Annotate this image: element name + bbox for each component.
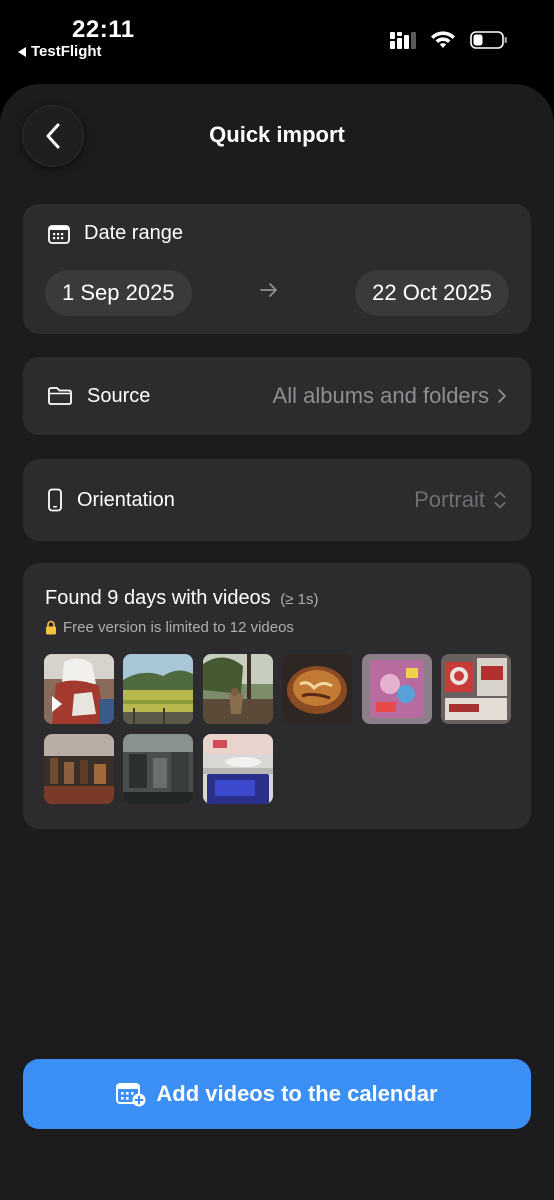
page-title: Quick import — [209, 122, 345, 147]
calendar-add-icon — [116, 1083, 146, 1107]
cellular-signal-icon — [390, 32, 416, 49]
back-triangle-icon — [18, 46, 26, 57]
chevron-right-icon — [498, 389, 506, 403]
status-icons — [390, 30, 508, 50]
video-thumbnail-5[interactable] — [361, 654, 432, 724]
source-row[interactable]: Source All albums and folders — [23, 357, 531, 435]
found-count-text: Found 9 days with videos — [45, 587, 271, 609]
orientation-row[interactable]: Orientation Portrait — [23, 459, 531, 541]
source-label: Source — [87, 384, 151, 407]
source-value: All albums and folders — [272, 383, 489, 408]
status-bar: 22:11 TestFlight — [0, 0, 554, 80]
orientation-label: Orientation — [77, 488, 175, 511]
video-thumbnails-grid — [44, 654, 514, 804]
free-limit-note: Free version is limited to 12 videos — [45, 619, 294, 636]
min-duration-text: (≥ 1s) — [280, 591, 319, 608]
status-time: 22:11 — [72, 16, 135, 43]
video-thumbnail-1[interactable] — [44, 654, 114, 724]
battery-icon — [470, 31, 507, 49]
wifi-icon — [431, 31, 455, 48]
arrow-right-icon — [260, 283, 277, 297]
found-videos-card: Found 9 days with videos (≥ 1s) Free ver… — [23, 563, 531, 829]
back-app-label: TestFlight — [31, 43, 102, 60]
video-thumbnail-4[interactable] — [282, 654, 353, 724]
video-thumbnail-2[interactable] — [123, 654, 194, 724]
orientation-value: Portrait — [414, 487, 485, 512]
calendar-icon — [48, 224, 70, 244]
free-limit-text: Free version is limited to 12 videos — [63, 619, 294, 636]
phone-portrait-icon — [48, 488, 62, 512]
add-videos-button[interactable]: Add videos to the calendar — [23, 1059, 531, 1129]
video-thumbnail-6[interactable] — [440, 654, 511, 724]
date-range-card: Date range 1 Sep 2025 22 Oct 2025 — [23, 204, 531, 334]
video-thumbnail-9[interactable] — [202, 734, 273, 804]
found-title: Found 9 days with videos (≥ 1s) — [45, 587, 318, 610]
start-date-picker[interactable]: 1 Sep 2025 — [45, 270, 192, 316]
end-date-picker[interactable]: 22 Oct 2025 — [355, 270, 509, 316]
chevron-up-down-icon — [494, 491, 506, 509]
video-thumbnail-7[interactable] — [44, 734, 114, 804]
quick-import-sheet: Quick import Date range 1 Sep 2025 22 Oc… — [0, 84, 554, 1200]
add-videos-label: Add videos to the calendar — [156, 1081, 438, 1106]
back-to-app-link[interactable]: TestFlight — [18, 43, 102, 60]
video-thumbnail-3[interactable] — [202, 654, 273, 724]
lock-icon — [46, 620, 56, 635]
folder-icon — [48, 387, 72, 405]
date-range-label: Date range — [84, 222, 183, 244]
date-range-header: Date range — [48, 222, 183, 245]
video-thumbnail-8[interactable] — [123, 734, 194, 804]
